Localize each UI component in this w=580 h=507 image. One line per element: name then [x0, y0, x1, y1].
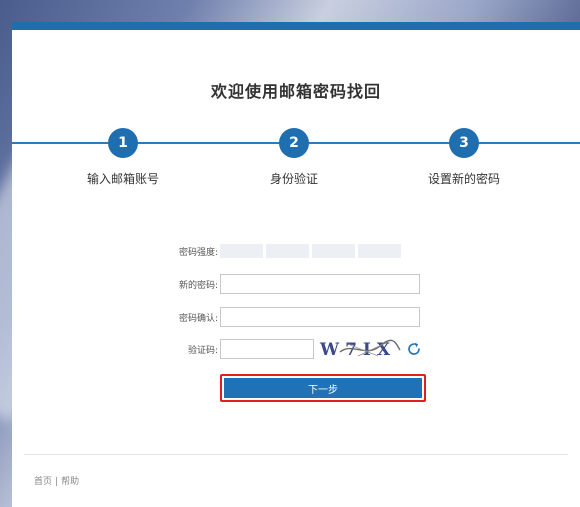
new-password-row: 新的密码: [132, 273, 420, 295]
recovery-card: 欢迎使用邮箱密码找回 1 输入邮箱账号 2 身份验证 3 设置新的密码 密码强度… [12, 22, 580, 507]
page-title: 欢迎使用邮箱密码找回 [210, 82, 381, 101]
card-top-bar [12, 22, 580, 30]
step-2-number: 2 [279, 128, 309, 158]
captcha-input[interactable] [220, 339, 314, 359]
refresh-icon[interactable] [406, 341, 422, 357]
submit-highlight: 下一步 [220, 374, 426, 402]
step-1-number: 1 [108, 128, 138, 158]
step-1: 1 输入邮箱账号 [48, 128, 198, 187]
step-3: 3 设置新的密码 [389, 128, 539, 187]
step-2: 2 身份验证 [219, 128, 369, 187]
help-link[interactable]: 帮助 [61, 477, 79, 487]
step-3-number: 3 [449, 128, 479, 158]
step-2-label: 身份验证 [269, 172, 318, 186]
confirm-password-input[interactable] [220, 307, 420, 327]
footer-separator: | [55, 477, 59, 487]
strength-segment [312, 244, 355, 258]
captcha-image[interactable]: W7IX [318, 338, 402, 360]
new-password-label: 新的密码: [178, 280, 218, 291]
password-strength-row: 密码强度: [132, 240, 401, 262]
strength-segment [220, 244, 263, 258]
step-3-label: 设置新的密码 [427, 172, 500, 186]
captcha-label: 验证码: [187, 345, 218, 356]
password-strength-label: 密码强度: [178, 247, 218, 258]
footer-divider [24, 454, 568, 455]
step-1-label: 输入邮箱账号 [86, 172, 159, 186]
strength-segment [358, 244, 401, 258]
new-password-input[interactable] [220, 274, 420, 294]
captcha-row: 验证码: W7IX [132, 338, 422, 360]
confirm-password-row: 密码确认: [132, 306, 420, 328]
strength-segment [266, 244, 309, 258]
password-strength-meter [220, 244, 401, 258]
next-step-button[interactable]: 下一步 [224, 378, 422, 398]
home-link[interactable]: 首页 [34, 477, 52, 487]
footer-links: 首页 | 帮助 [34, 474, 79, 487]
confirm-password-label: 密码确认: [178, 313, 218, 324]
